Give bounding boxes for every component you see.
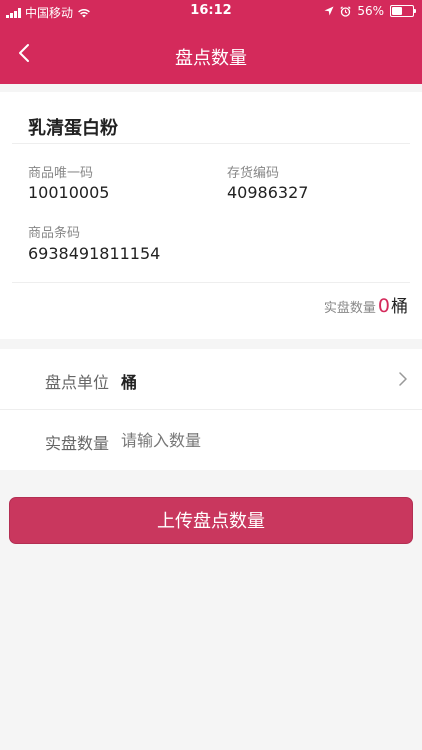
- battery-percent: 56%: [357, 4, 384, 18]
- battery-icon: [390, 5, 416, 17]
- unit-label: 盘点单位: [45, 373, 110, 392]
- divider: [12, 282, 410, 283]
- location-arrow-icon: [324, 6, 334, 16]
- upload-count-button[interactable]: 上传盘点数量: [9, 497, 413, 544]
- unit-value: 桶: [121, 373, 138, 392]
- alarm-clock-icon: [340, 5, 351, 17]
- count-form: 盘点单位 桶 实盘数量: [0, 349, 422, 470]
- actual-qty-value: 0: [377, 295, 390, 317]
- unique-code-label: 商品唯一码: [28, 166, 94, 181]
- qty-input[interactable]: [121, 428, 381, 452]
- unique-code-value: 10010005: [28, 183, 110, 202]
- barcode-value: 6938491811154: [28, 244, 161, 263]
- barcode-label: 商品条码: [28, 226, 81, 241]
- qty-row: 实盘数量: [0, 410, 422, 470]
- divider: [12, 143, 410, 144]
- product-name: 乳清蛋白粉: [28, 118, 118, 139]
- inventory-code-value: 40986327: [227, 183, 309, 202]
- battery-fill: [392, 7, 403, 15]
- product-card: 乳清蛋白粉 商品唯一码 10010005 存货编码 40986327 商品条码 …: [0, 92, 422, 339]
- status-right: 56%: [324, 4, 416, 18]
- inventory-code-label: 存货编码: [227, 166, 280, 181]
- nav-bar: 盘点数量: [0, 22, 422, 84]
- actual-qty-summary: 实盘数量 0 桶: [324, 292, 408, 317]
- page-title: 盘点数量: [175, 48, 247, 69]
- unit-row[interactable]: 盘点单位 桶: [0, 349, 422, 410]
- status-bar: 中国移动 16:12 56%: [0, 0, 422, 22]
- actual-qty-unit: 桶: [391, 297, 408, 317]
- qty-label: 实盘数量: [45, 434, 110, 453]
- chevron-right-icon: [399, 372, 407, 386]
- actual-qty-label: 实盘数量: [323, 301, 376, 316]
